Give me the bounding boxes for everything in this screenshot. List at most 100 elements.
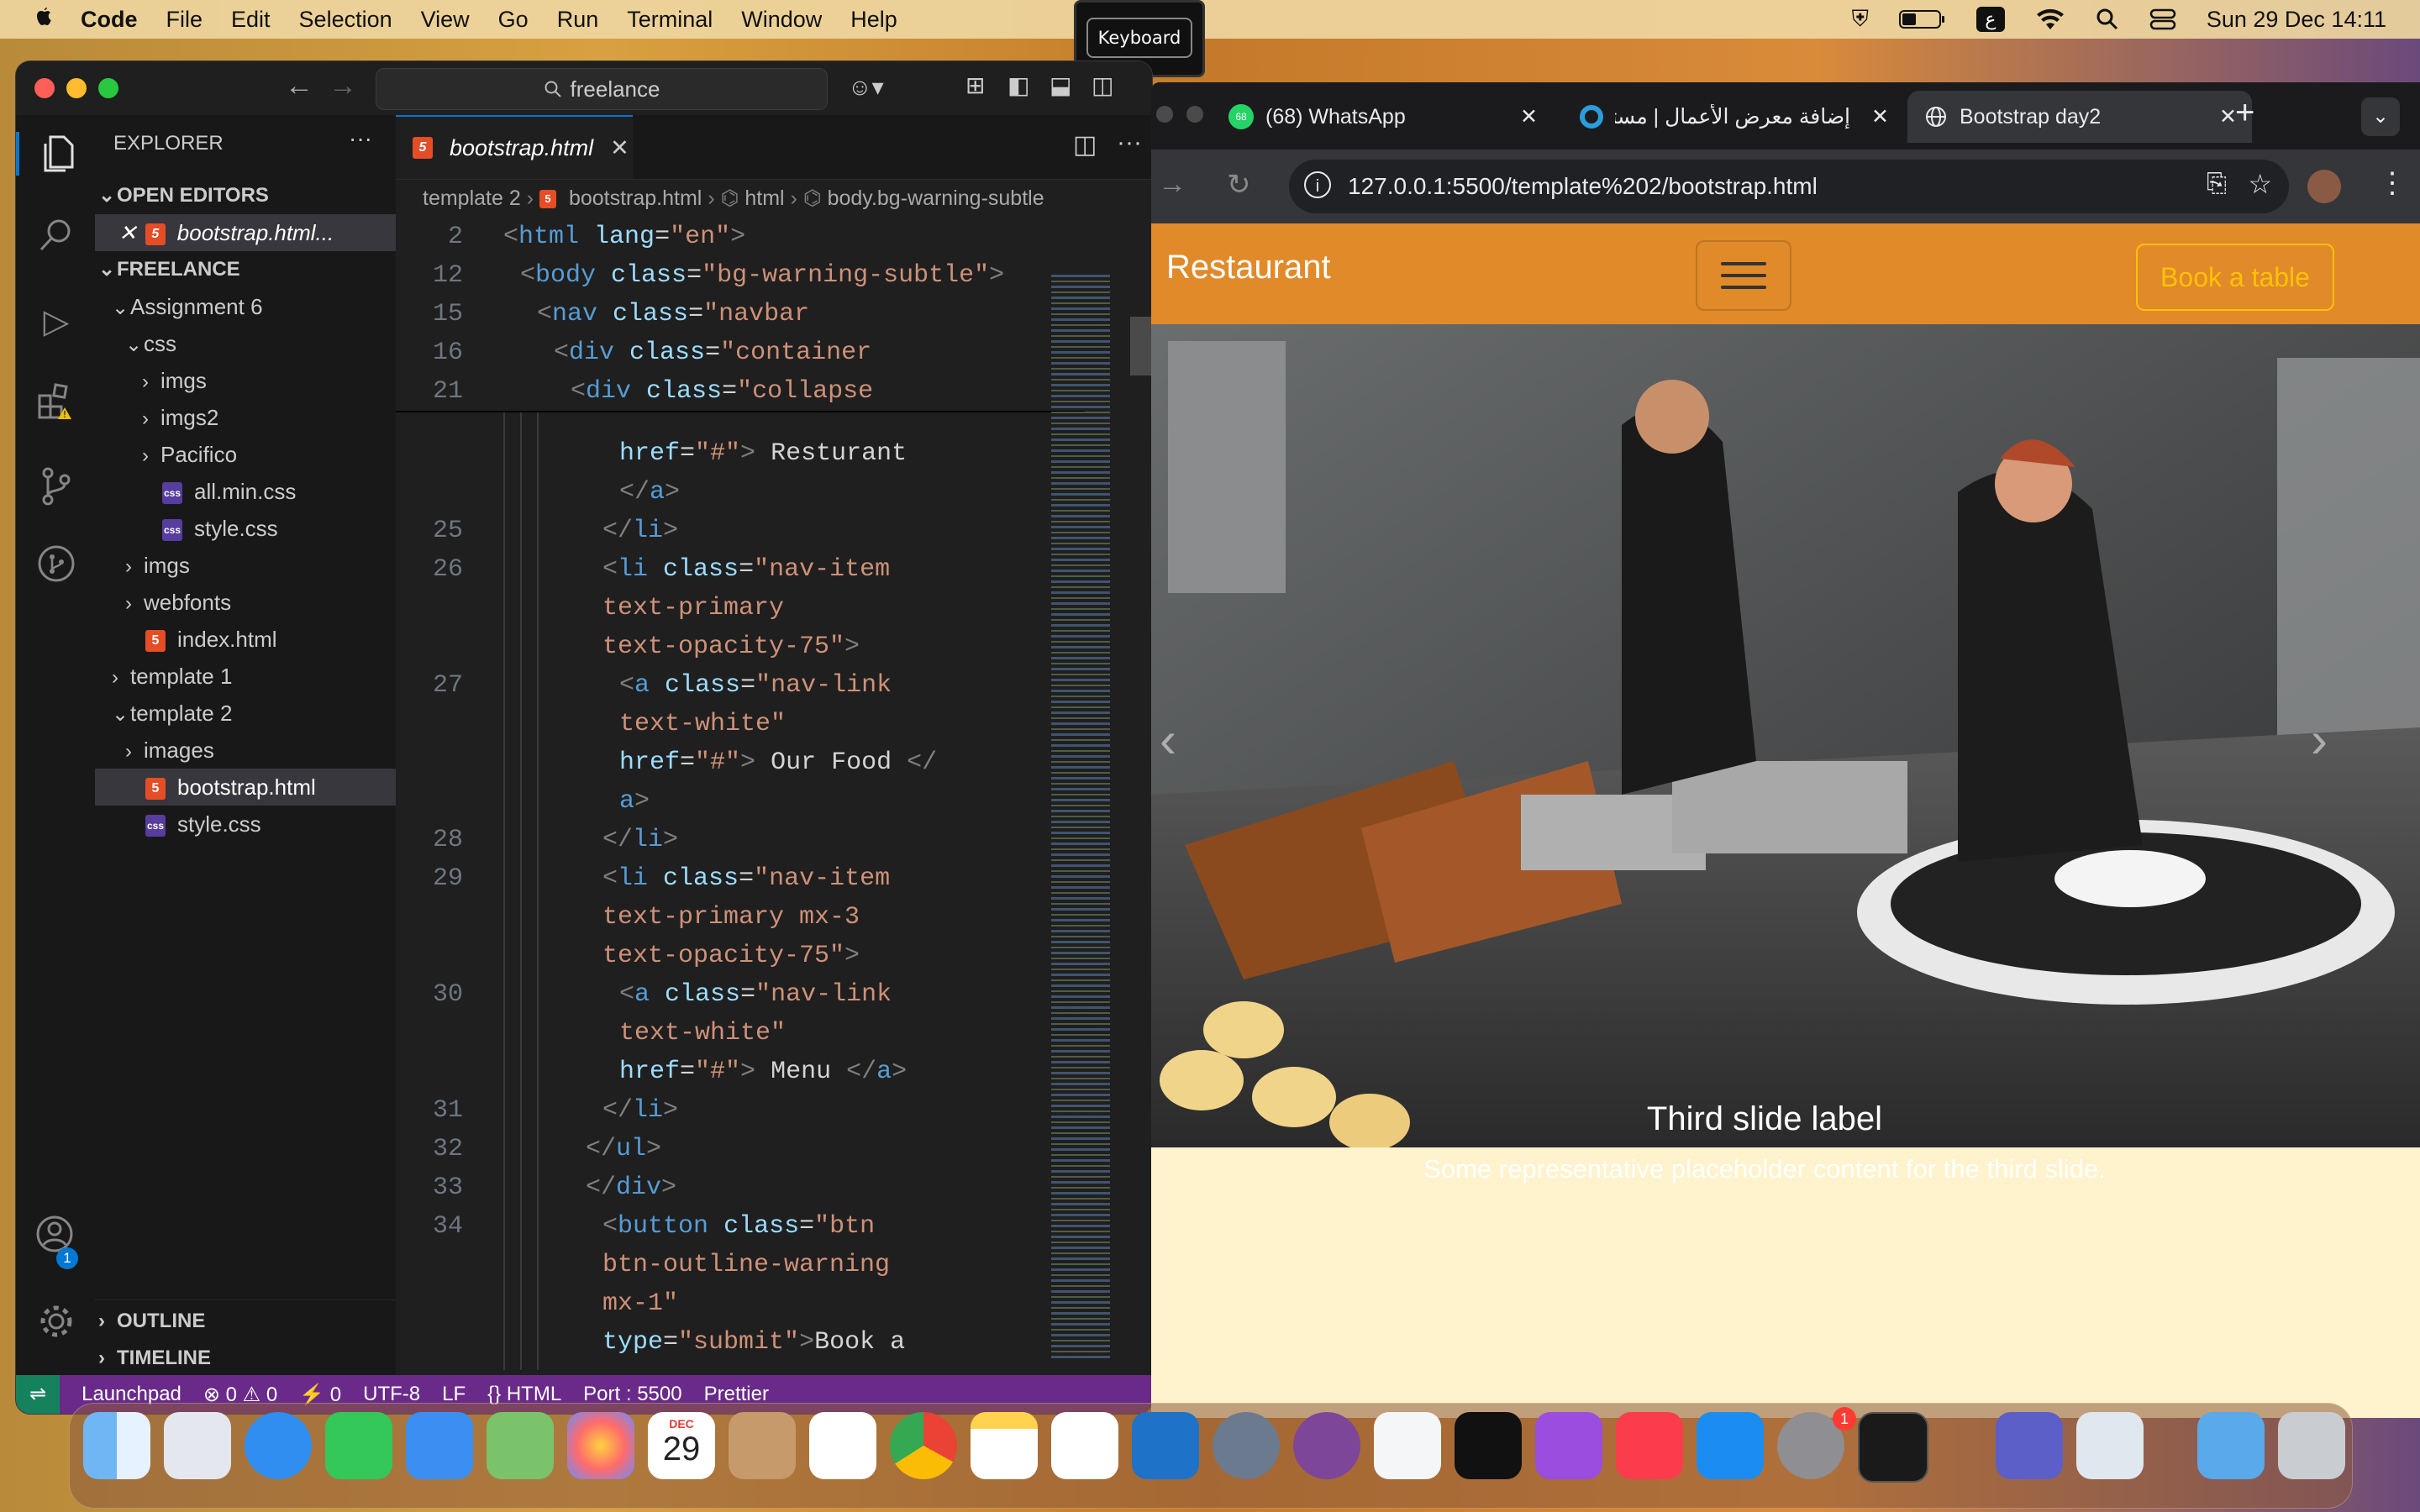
control-center-icon[interactable]: [2149, 8, 2176, 31]
carousel-prev-icon[interactable]: ‹: [1160, 711, 1176, 769]
teams-icon[interactable]: [1996, 1412, 2063, 1479]
finder-icon[interactable]: [83, 1412, 150, 1479]
menu-app-name[interactable]: Code: [81, 7, 138, 33]
back-arrow-icon[interactable]: ←: [285, 70, 313, 102]
navbar-brand[interactable]: Restaurant: [1166, 249, 1331, 286]
scrollbar-thumb[interactable]: [1130, 317, 1152, 375]
apple-icon[interactable]: [32, 7, 55, 32]
close-icon[interactable]: ✕: [118, 220, 137, 245]
downloads-folder-icon[interactable]: [2197, 1412, 2265, 1479]
outline-section[interactable]: › OUTLINE: [98, 1303, 205, 1340]
tree-folder-pacifico[interactable]: › Pacifico: [142, 436, 237, 473]
menu-view[interactable]: View: [421, 7, 470, 33]
input-source-icon[interactable]: ع: [1975, 7, 2005, 32]
spotlight-search-icon[interactable]: [2096, 8, 2119, 31]
toggle-secondary-sidebar-icon[interactable]: ◫: [1092, 71, 1113, 99]
explorer-icon[interactable]: [16, 132, 98, 176]
launchpad-icon[interactable]: [164, 1412, 231, 1479]
tree-folder-imgs[interactable]: › imgs: [142, 362, 207, 399]
tree-file-all-min-css[interactable]: css all.min.css: [162, 473, 296, 510]
terminal-icon[interactable]: [1858, 1412, 1928, 1483]
menu-selection[interactable]: Selection: [299, 7, 392, 33]
translate-icon[interactable]: ⎘: [2207, 170, 2227, 198]
tab-bootstrap-html[interactable]: 5 bootstrap.html ✕: [396, 115, 633, 179]
breadcrumb-html[interactable]: html: [744, 186, 784, 210]
navbar-toggler-button[interactable]: [1696, 240, 1791, 311]
source-control-icon[interactable]: [34, 465, 78, 508]
split-editor-icon[interactable]: ◫: [1073, 130, 1097, 160]
new-tab-icon[interactable]: +: [2235, 94, 2254, 132]
reminders-icon[interactable]: [809, 1412, 876, 1479]
photos-icon[interactable]: [567, 1412, 634, 1479]
command-center-search[interactable]: freelance: [376, 68, 828, 110]
contacts-icon[interactable]: [729, 1412, 796, 1479]
menu-terminal[interactable]: Terminal: [627, 7, 713, 33]
close-tab-icon[interactable]: ✕: [610, 135, 629, 161]
book-table-button[interactable]: Book a table: [2136, 244, 2334, 311]
forward-arrow-icon[interactable]: →: [329, 70, 357, 102]
copilot-icon[interactable]: ☺▾: [848, 73, 884, 101]
browser-menu-icon[interactable]: ⋮: [2378, 166, 2407, 200]
manage-gear-icon[interactable]: [34, 1301, 78, 1345]
app-store-icon[interactable]: [1697, 1412, 1764, 1479]
run-debug-icon[interactable]: ▷: [34, 300, 78, 344]
extensions-icon[interactable]: !: [34, 381, 78, 424]
toggle-panel-icon[interactable]: ⬓: [1050, 71, 1071, 99]
toggle-sidebar-icon[interactable]: ◧: [1007, 71, 1029, 99]
open-editors-section[interactable]: ⌄OPEN EDITORS: [98, 177, 269, 214]
more-actions-icon[interactable]: ···: [349, 125, 372, 152]
menu-window[interactable]: Window: [741, 7, 822, 33]
tree-folder-template2[interactable]: ⌄template 2: [112, 695, 232, 732]
safari-icon[interactable]: [245, 1412, 312, 1479]
minimize-window-button[interactable]: [66, 78, 87, 98]
customize-layout-icon[interactable]: ⊞: [965, 71, 985, 99]
profile-avatar[interactable]: [2307, 170, 2341, 203]
tree-folder-imgs[interactable]: › imgs: [125, 547, 190, 584]
preview-icon[interactable]: [2076, 1412, 2144, 1479]
mail-icon[interactable]: [406, 1412, 473, 1479]
reload-icon[interactable]: ↻: [1227, 168, 1251, 202]
notes-icon[interactable]: [971, 1412, 1038, 1479]
git-graph-icon[interactable]: [34, 543, 78, 587]
tree-folder-css[interactable]: ⌄css: [125, 325, 176, 362]
close-window-button[interactable]: [34, 78, 55, 98]
calendar-icon[interactable]: DEC 29: [648, 1412, 715, 1479]
carousel-next-icon[interactable]: ›: [2311, 711, 2328, 769]
messages-icon[interactable]: [325, 1412, 392, 1479]
editor-more-icon[interactable]: ···: [1117, 129, 1142, 157]
minimap[interactable]: [1051, 275, 1110, 1358]
menu-go[interactable]: Go: [498, 7, 529, 33]
breadcrumb-body[interactable]: body.bg-warning-subtle: [828, 186, 1044, 210]
tree-folder-webfonts[interactable]: › webfonts: [125, 584, 231, 621]
vpn-icon[interactable]: ⛨: [1852, 6, 1869, 33]
maximize-window-button[interactable]: [98, 78, 118, 98]
apple-tv-icon[interactable]: [1455, 1412, 1522, 1479]
tab-whatsapp[interactable]: 68 (68) WhatsApp ✕: [1212, 91, 1548, 143]
open-editor-item[interactable]: ✕ 5 bootstrap.html...: [95, 214, 396, 251]
podcasts-icon[interactable]: [1535, 1412, 1602, 1479]
tree-file-index-html[interactable]: 5 index.html: [145, 621, 277, 658]
chrome-icon[interactable]: [890, 1412, 957, 1479]
breadcrumb-file[interactable]: bootstrap.html: [569, 186, 702, 210]
tree-file-style-css[interactable]: css style.css: [145, 806, 261, 843]
menu-file[interactable]: File: [166, 7, 203, 33]
freeform-icon[interactable]: [1051, 1412, 1118, 1479]
close-tab-icon[interactable]: ✕: [2219, 104, 2237, 129]
menu-edit[interactable]: Edit: [231, 7, 271, 33]
wifi-icon[interactable]: [2035, 8, 2065, 31]
battery-icon[interactable]: [1898, 8, 1946, 30]
tab-bootstrap-day2[interactable]: Bootstrap day2 ✕: [1907, 91, 2252, 143]
tree-file-style-css[interactable]: css style.css: [162, 510, 278, 547]
freelance-workspace[interactable]: ⌄FREELANCE: [98, 251, 240, 288]
close-tab-icon[interactable]: ✕: [1871, 104, 1889, 129]
tree-folder-template1[interactable]: › template 1: [112, 658, 232, 695]
trash-icon[interactable]: [2278, 1412, 2345, 1479]
xcode-instruments-icon[interactable]: [1374, 1412, 1441, 1479]
timeline-section[interactable]: › TIMELINE: [98, 1340, 211, 1377]
close-tab-icon[interactable]: ✕: [1520, 104, 1538, 129]
tab-search-icon[interactable]: ⌄: [2361, 97, 2400, 136]
tree-folder-assignment6[interactable]: ⌄Assignment 6: [112, 288, 263, 325]
vscode-icon[interactable]: [1132, 1412, 1199, 1479]
bookmark-star-icon[interactable]: ☆: [2248, 168, 2272, 200]
music-icon[interactable]: [1616, 1412, 1683, 1479]
